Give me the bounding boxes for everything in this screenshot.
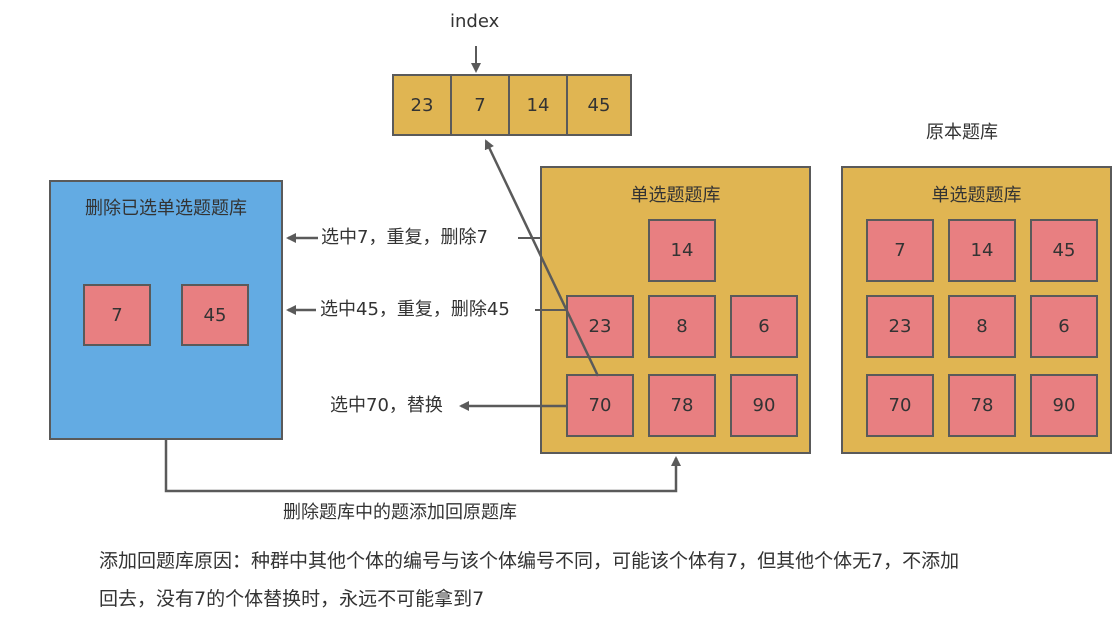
arrows-layer: [164, 46, 681, 493]
pick70-label: 选中70，替换: [330, 395, 443, 416]
add-back-arrow: [164, 440, 681, 493]
pick45-label: 选中45，重复，删除45: [320, 299, 510, 320]
note-line-2: 回去，没有7的个体替换时，永远不可能拿到7: [99, 588, 485, 610]
add-back-label: 删除题库中的题添加回原题库: [283, 502, 517, 523]
pick7-label: 选中7，重复，删除7: [321, 227, 488, 248]
replace-index-arrow: [484, 139, 600, 377]
note-line-1: 添加回题库原因：种群中其他个体的编号与该个体编号不同，可能该个体有7，但其他个体…: [99, 550, 960, 572]
